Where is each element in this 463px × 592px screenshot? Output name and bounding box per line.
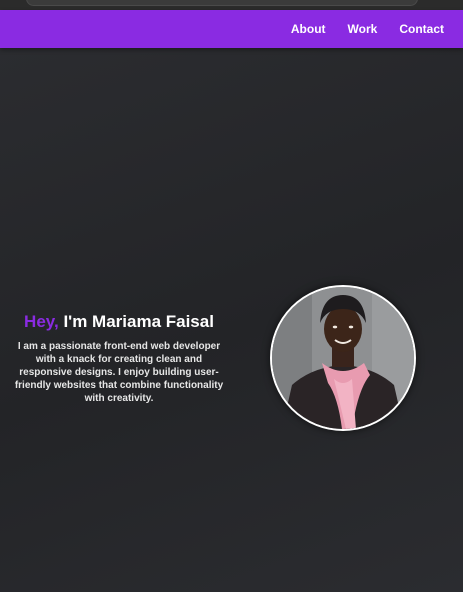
nav-link-about[interactable]: About bbox=[291, 22, 326, 36]
nav-link-contact[interactable]: Contact bbox=[399, 22, 444, 36]
avatar bbox=[270, 285, 416, 431]
browser-top-strip bbox=[0, 0, 463, 10]
hero-heading: Hey, I'm Mariama Faisal bbox=[12, 310, 226, 334]
page: About Work Contact Hey, I'm Mariama Fais… bbox=[0, 0, 463, 592]
hero-description: I am a passionate front-end web develope… bbox=[14, 341, 224, 404]
nav-link-work[interactable]: Work bbox=[348, 22, 378, 36]
nav-links: About Work Contact bbox=[291, 10, 444, 48]
hero-greeting: Hey, bbox=[24, 312, 59, 331]
hero-text: Hey, I'm Mariama Faisal I am a passionat… bbox=[12, 310, 226, 405]
navbar: About Work Contact bbox=[0, 10, 463, 48]
address-bar[interactable] bbox=[26, 0, 418, 6]
profile-photo bbox=[272, 287, 414, 429]
hero-name: I'm Mariama Faisal bbox=[63, 312, 214, 331]
